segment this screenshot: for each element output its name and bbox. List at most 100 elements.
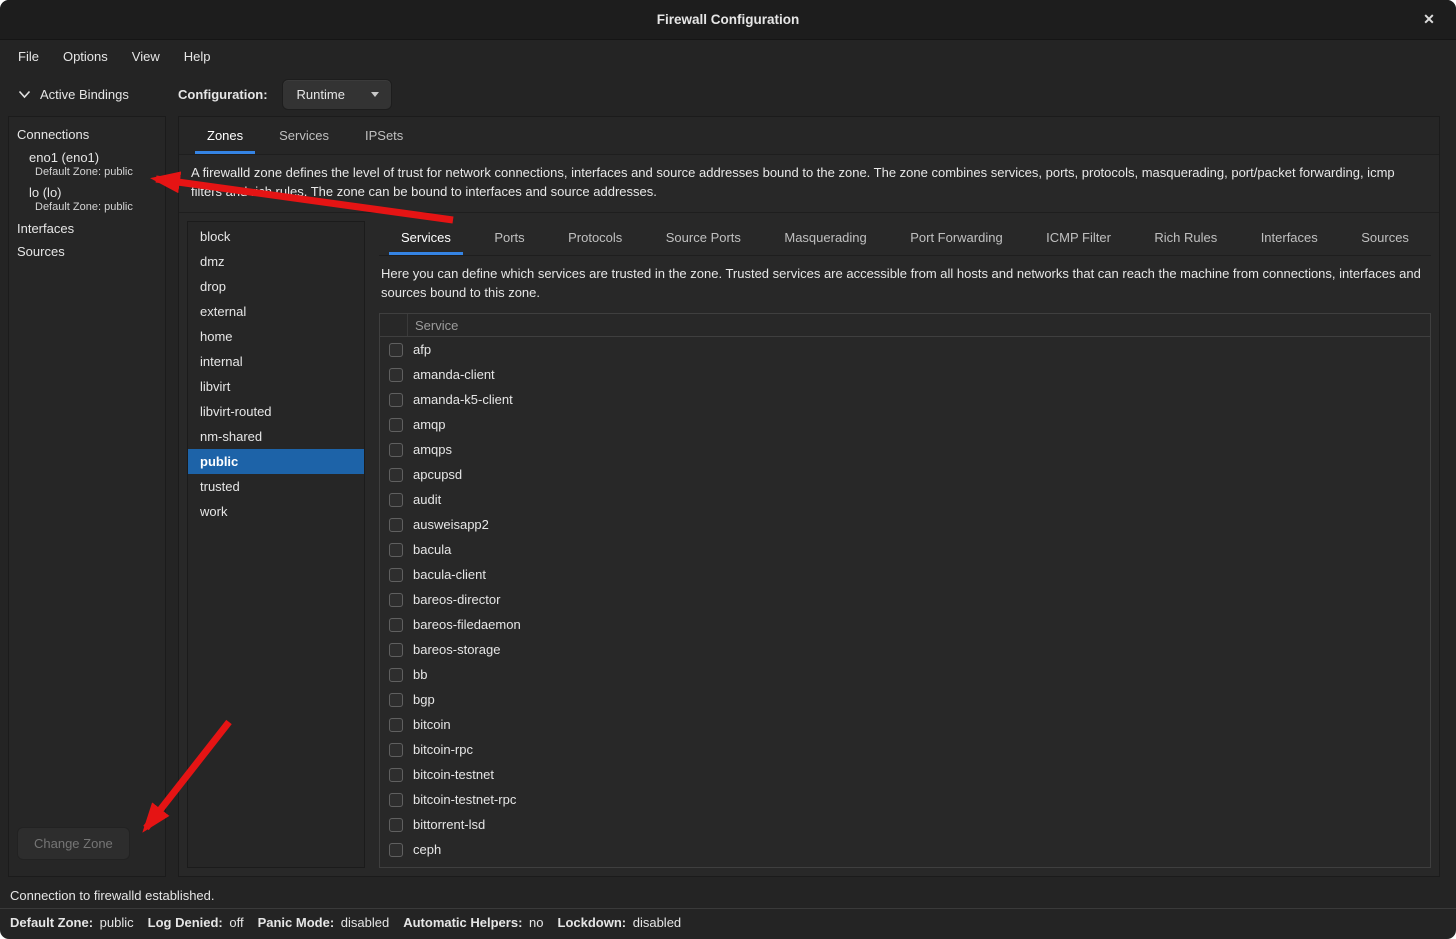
service-row-bareos-director[interactable]: bareos-director <box>380 587 1430 612</box>
tree-item-sources[interactable]: Sources <box>9 240 165 263</box>
services-table-body: afp amanda-client amanda-k5-clientamqpamqp… <box>380 337 1430 867</box>
service-row-bareos-storage[interactable]: bareos-storage <box>380 637 1430 662</box>
service-name: amanda-client <box>413 367 495 382</box>
menu-item-options[interactable]: Options <box>53 44 118 69</box>
service-name: bacula <box>413 542 451 557</box>
service-row-bitcoin-testnet[interactable]: bitcoin-testnet <box>380 762 1430 787</box>
zone-tab-port-forwarding[interactable]: Port Forwarding <box>892 221 1020 255</box>
menu-item-help[interactable]: Help <box>174 44 221 69</box>
service-checkbox[interactable] <box>389 643 403 657</box>
status-field-log-denied: Log Denied: off <box>148 915 244 930</box>
service-row-ceph[interactable]: ceph <box>380 837 1430 862</box>
zone-item-dmz[interactable]: dmz <box>188 249 364 274</box>
service-row-bacula[interactable]: bacula <box>380 537 1430 562</box>
service-checkbox[interactable] <box>389 343 403 357</box>
zone-tab-interfaces[interactable]: Interfaces <box>1243 221 1336 255</box>
service-row-amanda-k5-client[interactable]: amanda-k5-client <box>380 387 1430 412</box>
zone-item-public[interactable]: public <box>188 449 364 474</box>
service-checkbox[interactable] <box>389 843 403 857</box>
service-checkbox[interactable] <box>389 693 403 707</box>
zones-content: blockdmzdropexternalhomeinternallibvirtl… <box>179 213 1439 876</box>
service-row-amanda-client[interactable]: amanda-client <box>380 362 1430 387</box>
service-checkbox[interactable] <box>389 393 403 407</box>
service-checkbox[interactable] <box>389 468 403 482</box>
service-row-bareos-filedaemon[interactable]: bareos-filedaemon <box>380 612 1430 637</box>
zone-tab-masquerading[interactable]: Masquerading <box>766 221 884 255</box>
service-name: afp <box>413 342 431 357</box>
status-field-label: Default Zone: <box>10 915 93 930</box>
service-row-audit[interactable]: audit <box>380 487 1430 512</box>
service-checkbox[interactable] <box>389 568 403 582</box>
service-row-apcupsd[interactable]: apcupsd <box>380 462 1430 487</box>
sidebar: Active Bindings Connections eno1 (eno1)D… <box>8 72 166 877</box>
service-row-bitcoin[interactable]: bitcoin <box>380 712 1430 737</box>
service-checkbox[interactable] <box>389 818 403 832</box>
connection-default-zone: Default Zone: public <box>9 200 165 216</box>
service-row-amqp[interactable]: amqp <box>380 412 1430 437</box>
zone-item-drop[interactable]: drop <box>188 274 364 299</box>
zone-description: A firewalld zone defines the level of tr… <box>179 155 1439 213</box>
service-checkbox[interactable] <box>389 543 403 557</box>
service-checkbox[interactable] <box>389 668 403 682</box>
service-checkbox[interactable] <box>389 618 403 632</box>
zone-settings-panel: ServicesPortsProtocolsSource PortsMasque… <box>379 221 1431 868</box>
zone-item-work[interactable]: work <box>188 499 364 524</box>
zone-item-nm-shared[interactable]: nm-shared <box>188 424 364 449</box>
service-checkbox[interactable] <box>389 418 403 432</box>
service-checkbox[interactable] <box>389 743 403 757</box>
service-row-bitcoin-rpc[interactable]: bitcoin-rpc <box>380 737 1430 762</box>
service-row-bitcoin-testnet-rpc[interactable]: bitcoin-testnet-rpc <box>380 787 1430 812</box>
active-bindings-expander[interactable]: Active Bindings <box>8 72 166 116</box>
service-checkbox[interactable] <box>389 368 403 382</box>
zone-item-trusted[interactable]: trusted <box>188 474 364 499</box>
zone-item-internal[interactable]: internal <box>188 349 364 374</box>
service-checkbox[interactable] <box>389 518 403 532</box>
service-row-bacula-client[interactable]: bacula-client <box>380 562 1430 587</box>
zone-tab-rich-rules[interactable]: Rich Rules <box>1136 221 1235 255</box>
zone-item-libvirt-routed[interactable]: libvirt-routed <box>188 399 364 424</box>
service-row-afp[interactable]: afp <box>380 337 1430 362</box>
tab-ipsets[interactable]: IPSets <box>347 117 421 154</box>
tree-item-connections[interactable]: Connections <box>9 123 165 146</box>
change-zone-button[interactable]: Change Zone <box>17 827 130 860</box>
status-field-label: Automatic Helpers: <box>403 915 522 930</box>
zone-tab-protocols[interactable]: Protocols <box>550 221 640 255</box>
service-checkbox[interactable] <box>389 593 403 607</box>
zone-item-home[interactable]: home <box>188 324 364 349</box>
configuration-dropdown[interactable]: Runtime <box>282 79 392 110</box>
service-checkbox[interactable] <box>389 768 403 782</box>
configuration-value: Runtime <box>297 87 345 102</box>
connection-item[interactable]: eno1 (eno1)Default Zone: public <box>9 147 165 181</box>
zone-item-external[interactable]: external <box>188 299 364 324</box>
status-field-label: Panic Mode: <box>258 915 335 930</box>
zone-tab-sources[interactable]: Sources <box>1343 221 1427 255</box>
zone-tab-services[interactable]: Services <box>383 221 469 255</box>
service-row-ausweisapp2[interactable]: ausweisapp2 <box>380 512 1430 537</box>
menu-item-file[interactable]: File <box>8 44 49 69</box>
titlebar[interactable]: Firewall Configuration ✕ <box>0 0 1456 40</box>
zone-tab-ports[interactable]: Ports <box>476 221 542 255</box>
zone-tab-icmp-filter[interactable]: ICMP Filter <box>1028 221 1129 255</box>
menu-item-view[interactable]: View <box>122 44 170 69</box>
zone-item-block[interactable]: block <box>188 224 364 249</box>
services-table-header: Service <box>380 314 1430 337</box>
service-checkbox[interactable] <box>389 493 403 507</box>
zone-item-libvirt[interactable]: libvirt <box>188 374 364 399</box>
main-panel: Configuration: Runtime ZonesServicesIPSe… <box>178 72 1440 877</box>
close-icon[interactable]: ✕ <box>1418 9 1440 31</box>
service-row-bittorrent-lsd[interactable]: bittorrent-lsd <box>380 812 1430 837</box>
zone-tab-source-ports[interactable]: Source Ports <box>648 221 759 255</box>
service-row-bb[interactable]: bb <box>380 662 1430 687</box>
service-checkbox[interactable] <box>389 793 403 807</box>
statusbar-fields: Default Zone: publicLog Denied: offPanic… <box>0 909 1456 939</box>
connection-item[interactable]: lo (lo)Default Zone: public <box>9 182 165 216</box>
service-row-amqps[interactable]: amqps <box>380 437 1430 462</box>
tab-zones[interactable]: Zones <box>189 117 261 154</box>
tab-services[interactable]: Services <box>261 117 347 154</box>
tree-item-interfaces[interactable]: Interfaces <box>9 217 165 240</box>
service-checkbox[interactable] <box>389 718 403 732</box>
service-checkbox[interactable] <box>389 443 403 457</box>
status-field-value: no <box>525 915 543 930</box>
service-column-header[interactable]: Service <box>407 314 1430 336</box>
service-row-bgp[interactable]: bgp <box>380 687 1430 712</box>
